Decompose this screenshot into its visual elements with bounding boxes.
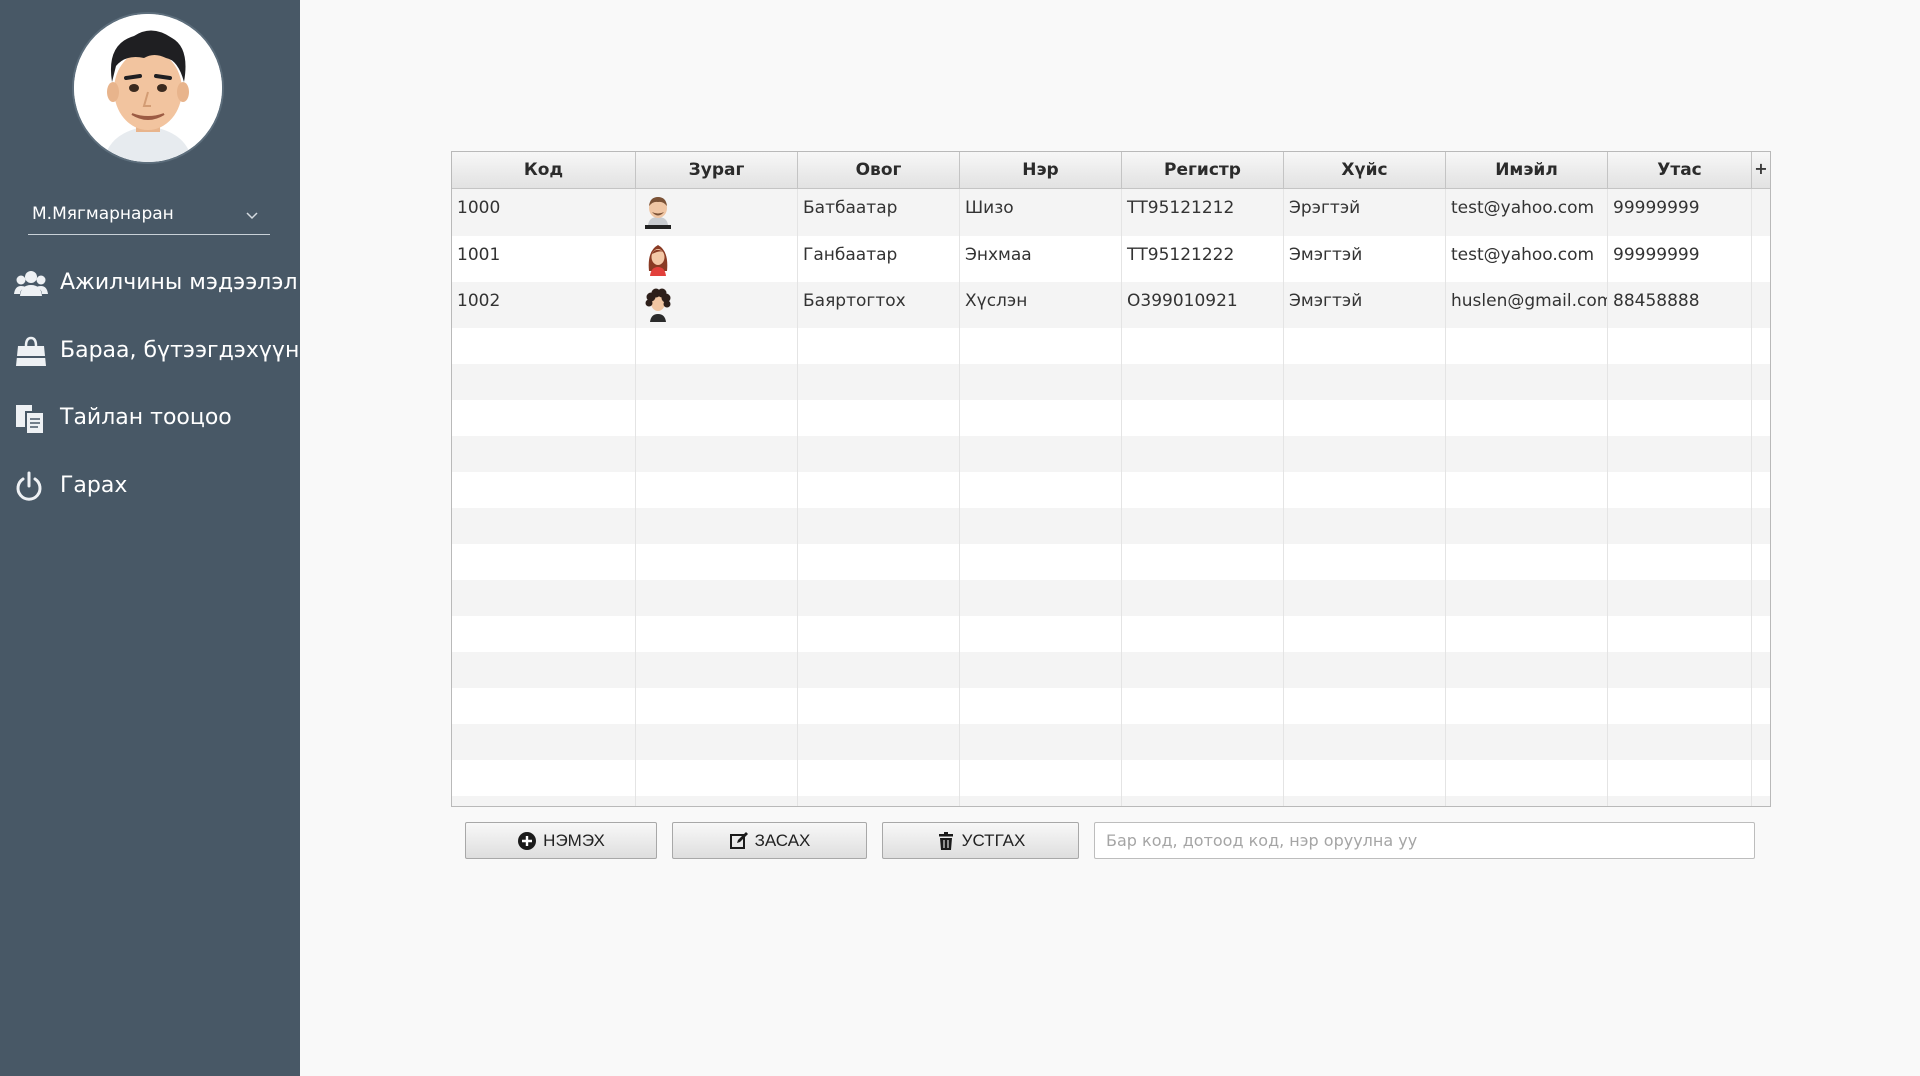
add-column-button[interactable]: + xyxy=(1752,152,1770,188)
plus-circle-icon xyxy=(518,831,537,850)
power-icon xyxy=(16,471,42,501)
chevron-down-icon xyxy=(246,212,258,220)
cell-code: 1002 xyxy=(452,282,636,328)
empty-table-row xyxy=(452,760,1770,796)
sidebar-item-logout[interactable]: Гарах xyxy=(0,459,300,515)
column-header-email[interactable]: Имэйл xyxy=(1446,152,1608,188)
table-row[interactable]: 1001 Ганбаатар Энхмаа ТТ95121222 Эмэгтэй… xyxy=(452,236,1770,282)
sidebar-item-label: Гарах xyxy=(60,473,128,498)
edit-button[interactable]: ЗАСАХ xyxy=(672,822,867,859)
cell-register: ТТ95121212 xyxy=(1122,189,1284,236)
sidebar-item-reports[interactable]: Тайлан тооцоо xyxy=(0,391,300,447)
empty-table-row xyxy=(452,472,1770,508)
cell-photo xyxy=(636,282,798,328)
sidebar-item-employees[interactable]: Ажилчины мэдээлэл xyxy=(0,256,300,312)
cell-register: О399010921 xyxy=(1122,282,1284,328)
empty-table-row xyxy=(452,688,1770,724)
cell-gender: Эмэгтэй xyxy=(1284,282,1446,328)
column-header-register[interactable]: Регистр xyxy=(1122,152,1284,188)
column-header-name[interactable]: Нэр xyxy=(960,152,1122,188)
column-divider xyxy=(635,328,636,806)
column-divider xyxy=(959,328,960,806)
column-divider xyxy=(1445,328,1446,806)
cell-email: huslen@gmail.com xyxy=(1446,282,1608,328)
delete-button-label: УСТГАХ xyxy=(961,830,1026,850)
cell-code: 1000 xyxy=(452,189,636,236)
cell-register: ТТ95121222 xyxy=(1122,236,1284,282)
cell-phone: 88458888 xyxy=(1608,282,1752,328)
cell-phone: 99999999 xyxy=(1608,236,1752,282)
cell-gender: Эмэгтэй xyxy=(1284,236,1446,282)
cell-photo xyxy=(636,189,798,236)
column-divider xyxy=(1607,328,1608,806)
empty-table-row xyxy=(452,364,1770,400)
empty-table-row xyxy=(452,652,1770,688)
documents-icon xyxy=(16,405,45,435)
column-header-surname[interactable]: Овог xyxy=(798,152,960,188)
empty-table-row xyxy=(452,796,1770,806)
cell-gender: Эрэгтэй xyxy=(1284,189,1446,236)
cell-name: Энхмаа xyxy=(960,236,1122,282)
user-dropdown[interactable]: М.Мягмарнаран xyxy=(28,198,270,235)
cell-surname: Ганбаатар xyxy=(798,236,960,282)
empty-table-row xyxy=(452,400,1770,436)
add-button[interactable]: НЭМЭХ xyxy=(465,822,657,859)
column-header-gender[interactable]: Хүйс xyxy=(1284,152,1446,188)
employee-table: Код Зураг Овог Нэр Регистр Хүйс Имэйл Ут… xyxy=(451,151,1771,807)
delete-button[interactable]: УСТГАХ xyxy=(882,822,1079,859)
cell-surname: Батбаатар xyxy=(798,189,960,236)
sidebar-item-label: Ажилчины мэдээлэл xyxy=(60,270,298,295)
column-header-photo[interactable]: Зураг xyxy=(636,152,798,188)
empty-table-row xyxy=(452,616,1770,652)
table-body: 1000 Батбаатар Шизо ТТ95121212 Эрэгтэй t… xyxy=(452,189,1770,806)
cell-surname: Баяртогтох xyxy=(798,282,960,328)
curly-avatar-icon xyxy=(645,288,671,322)
users-icon xyxy=(14,271,48,296)
empty-table-row xyxy=(452,436,1770,472)
column-divider xyxy=(1121,328,1122,806)
male-avatar-icon xyxy=(645,197,671,229)
edit-button-label: ЗАСАХ xyxy=(754,830,811,850)
cell-phone: 99999999 xyxy=(1608,189,1752,236)
shopping-bag-icon xyxy=(16,336,46,366)
cell-name: Хүслэн xyxy=(960,282,1122,328)
cell-email: test@yahoo.com xyxy=(1446,189,1608,236)
user-avatar[interactable] xyxy=(74,14,222,162)
column-header-phone[interactable]: Утас xyxy=(1608,152,1752,188)
cell-photo xyxy=(636,236,798,282)
cell-name: Шизо xyxy=(960,189,1122,236)
cell-code: 1001 xyxy=(452,236,636,282)
column-divider xyxy=(1283,328,1284,806)
empty-table-row xyxy=(452,328,1770,364)
user-name: М.Мягмарнаран xyxy=(32,204,174,224)
column-divider xyxy=(797,328,798,806)
sidebar-item-products[interactable]: Бараа, бүтээгдэхүүн xyxy=(0,324,300,380)
sidebar-item-label: Бараа, бүтээгдэхүүн xyxy=(60,338,300,363)
female-avatar-icon xyxy=(648,245,668,276)
search-input[interactable] xyxy=(1094,822,1755,859)
table-header: Код Зураг Овог Нэр Регистр Хүйс Имэйл Ут… xyxy=(452,152,1770,189)
cell-email: test@yahoo.com xyxy=(1446,236,1608,282)
empty-table-row xyxy=(452,508,1770,544)
sidebar: М.Мягмарнаран Ажилчины мэдээлэл Бараа, б… xyxy=(0,0,300,1076)
trash-icon xyxy=(938,831,953,850)
edit-icon xyxy=(729,831,748,849)
man-face-icon xyxy=(74,14,222,162)
column-divider xyxy=(1751,328,1752,806)
empty-table-row xyxy=(452,544,1770,580)
table-row[interactable]: 1002 Баяртогтох Хүслэн О399010921 Эмэгтэ… xyxy=(452,282,1770,328)
add-button-label: НЭМЭХ xyxy=(543,830,605,850)
empty-table-row xyxy=(452,580,1770,616)
sidebar-item-label: Тайлан тооцоо xyxy=(60,405,232,430)
empty-table-row xyxy=(452,724,1770,760)
column-header-code[interactable]: Код xyxy=(452,152,636,188)
table-row[interactable]: 1000 Батбаатар Шизо ТТ95121212 Эрэгтэй t… xyxy=(452,189,1770,236)
